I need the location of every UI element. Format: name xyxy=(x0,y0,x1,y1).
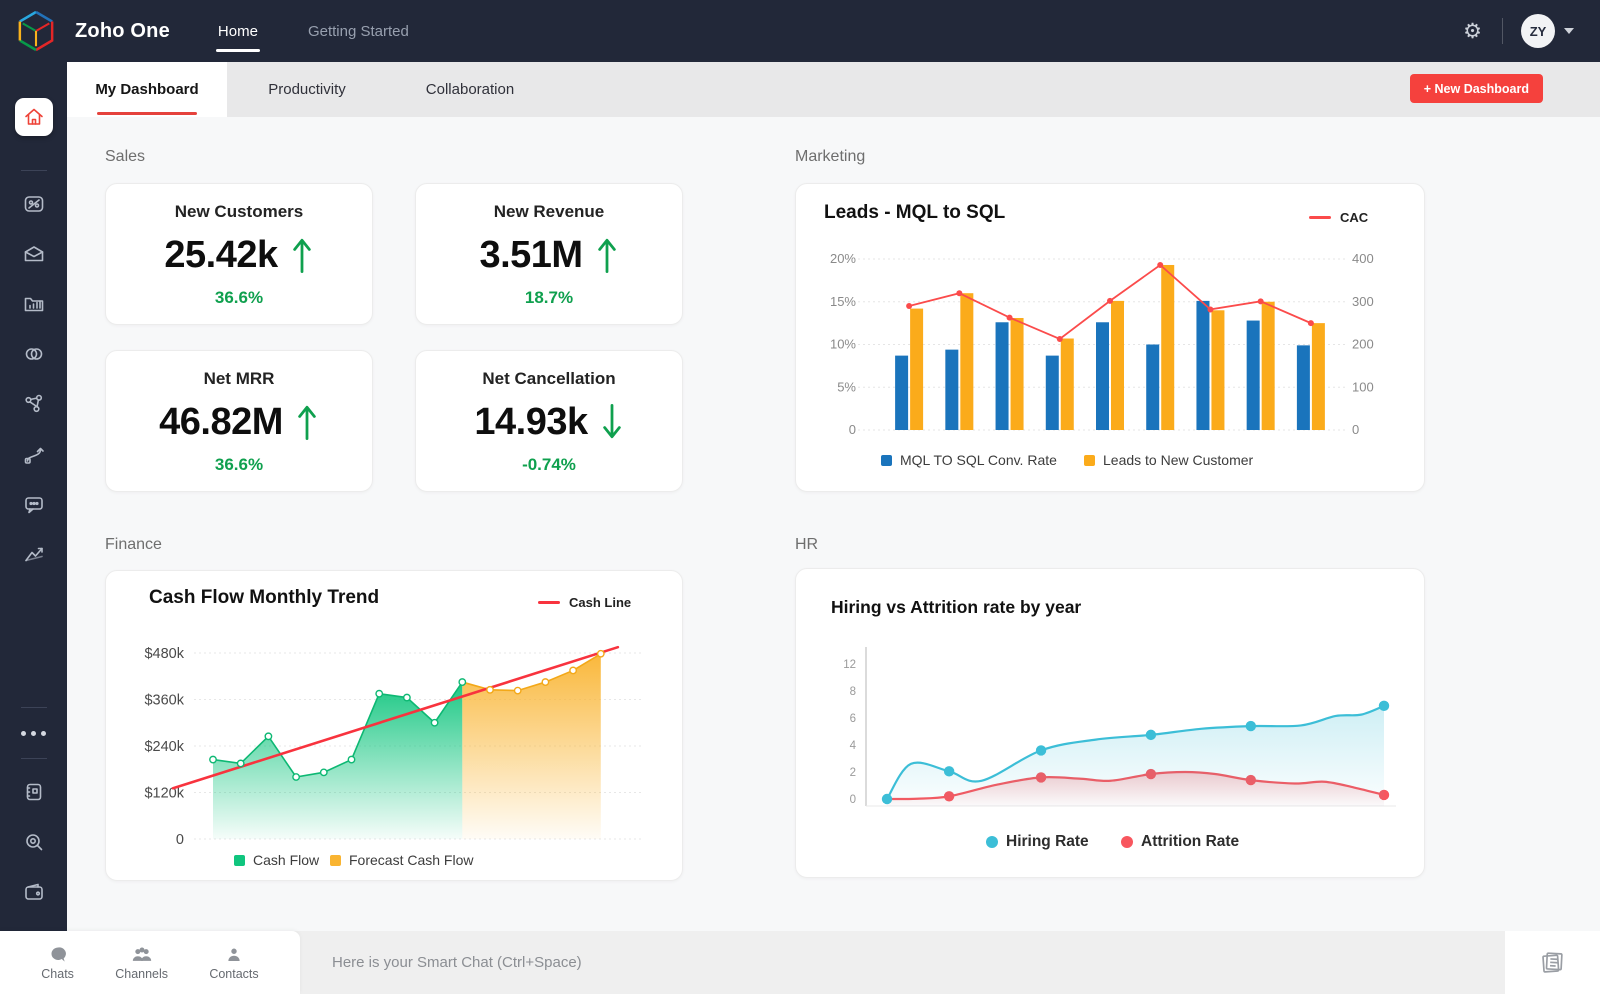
svg-text:5%: 5% xyxy=(837,379,856,394)
svg-text:0: 0 xyxy=(849,422,856,437)
tab-collaboration[interactable]: Collaboration xyxy=(387,62,553,117)
brand-title: Zoho One xyxy=(75,19,170,42)
arrow-down-icon xyxy=(602,404,621,439)
svg-text:$360k: $360k xyxy=(144,693,184,709)
smart-chat-input[interactable]: Here is your Smart Chat (Ctrl+Space) xyxy=(300,931,1505,994)
svg-text:100: 100 xyxy=(1352,379,1374,394)
legend-swatch xyxy=(1121,836,1133,848)
svg-text:10%: 10% xyxy=(830,337,856,352)
svg-text:6: 6 xyxy=(850,713,856,725)
svg-text:$240k: $240k xyxy=(144,739,184,755)
svg-text:15%: 15% xyxy=(830,294,856,309)
settings-gear-icon[interactable]: ⚙ xyxy=(1463,21,1482,42)
arrow-up-icon xyxy=(292,238,311,273)
arrow-up-icon xyxy=(597,238,616,273)
svg-text:300: 300 xyxy=(1352,294,1374,309)
smart-chat-bar: Chats Channels Contacts Here is your Sma… xyxy=(0,931,1600,994)
kpi-card-new-revenue: New Revenue 3.51M 18.7% xyxy=(415,183,683,325)
section-label-sales: Sales xyxy=(105,148,146,165)
svg-text:0: 0 xyxy=(176,832,184,848)
svg-text:20%: 20% xyxy=(830,251,856,266)
zoho-one-dashboard: Zoho One Home Getting Started ⚙ ZY My Da… xyxy=(0,0,1600,994)
hr-chart: 12 8 6 4 2 0 xyxy=(843,647,1396,807)
dashboard-tabs: My Dashboard Productivity Collaboration … xyxy=(67,62,1600,117)
user-avatar[interactable]: ZY xyxy=(1521,14,1555,48)
legend-leads-to-new-customer: Leads to New Customer xyxy=(1084,452,1253,468)
kpi-percent: 36.6% xyxy=(214,288,264,307)
finance-chart-panel: Cash Flow Monthly Trend Cash Line $480k $… xyxy=(105,570,683,881)
kpi-title: New Revenue xyxy=(493,202,605,221)
legend-swatch xyxy=(986,836,998,848)
dashboard-main: Sales Marketing Finance HR New Customers… xyxy=(0,117,1600,931)
finance-chart: $480k $360k $240k $120k 0 xyxy=(144,645,641,848)
documents-icon xyxy=(1542,952,1563,973)
svg-text:200: 200 xyxy=(1352,337,1374,352)
person-icon xyxy=(228,948,240,961)
legend-swatch xyxy=(881,454,892,466)
kpi-title: New Customers xyxy=(174,202,304,221)
kpi-card-new-customers: New Customers 25.42k 36.6% xyxy=(105,183,373,325)
chat-dock: Chats Channels Contacts xyxy=(0,931,300,994)
section-label-finance: Finance xyxy=(105,536,162,553)
nav-home[interactable]: Home xyxy=(215,17,260,52)
chats-button[interactable]: Chats xyxy=(41,945,74,981)
hr-chart-panel: Hiring vs Attrition rate by year 12 8 6 4 2 0… xyxy=(795,568,1425,878)
svg-text:12: 12 xyxy=(843,659,856,671)
svg-text:2: 2 xyxy=(850,767,856,779)
legend-attrition-rate: Attrition Rate xyxy=(1121,833,1239,851)
svg-text:0: 0 xyxy=(850,794,856,806)
svg-text:400: 400 xyxy=(1352,251,1374,266)
section-label-marketing: Marketing xyxy=(795,148,866,165)
people-group-icon xyxy=(132,947,151,961)
arrow-up-icon xyxy=(298,405,316,440)
kpi-value: 14.93k xyxy=(474,400,588,443)
svg-text:8: 8 xyxy=(850,686,856,698)
nav-getting-started[interactable]: Getting Started xyxy=(306,17,411,46)
tab-my-dashboard[interactable]: My Dashboard xyxy=(67,62,227,117)
kpi-percent: 36.6% xyxy=(214,455,264,474)
legend-forecast-cash-flow: Forecast Cash Flow xyxy=(330,852,473,868)
svg-text:4: 4 xyxy=(850,740,857,752)
chat-bubble-icon xyxy=(51,946,66,962)
topbar-divider xyxy=(1502,18,1503,44)
legend-cash-flow: Cash Flow xyxy=(234,852,319,868)
svg-text:$480k: $480k xyxy=(144,646,184,662)
kpi-title: Net Cancellation xyxy=(482,369,616,388)
section-label-hr: HR xyxy=(795,536,819,553)
tab-productivity[interactable]: Productivity xyxy=(227,62,387,117)
kpi-card-net-cancellation: Net Cancellation 14.93k -0.74% xyxy=(415,350,683,492)
zoho-logo-icon[interactable] xyxy=(17,10,55,52)
legend-swatch xyxy=(234,854,245,866)
chevron-down-icon[interactable] xyxy=(1564,28,1574,34)
marketing-chart: 20% 400 15% 300 10% 200 5% 100 0 0 xyxy=(830,251,1374,437)
legend-hiring-rate: Hiring Rate xyxy=(986,833,1089,851)
channels-button[interactable]: Channels xyxy=(115,945,168,981)
new-dashboard-button[interactable]: + New Dashboard xyxy=(1409,74,1543,103)
legend-swatch xyxy=(1084,454,1095,466)
chat-window-button[interactable] xyxy=(1505,931,1600,994)
kpi-percent: 18.7% xyxy=(524,288,574,307)
kpi-value: 46.82M xyxy=(159,400,283,443)
kpi-percent: -0.74% xyxy=(522,455,576,474)
topbar: Zoho One Home Getting Started ⚙ ZY xyxy=(0,0,1600,62)
kpi-title: Net MRR xyxy=(203,369,275,388)
kpi-value: 3.51M xyxy=(479,233,583,276)
kpi-value: 25.42k xyxy=(164,233,278,276)
svg-text:0: 0 xyxy=(1352,422,1359,437)
svg-text:$120k: $120k xyxy=(144,786,184,802)
contacts-button[interactable]: Contacts xyxy=(209,945,259,981)
marketing-chart-panel: Leads - MQL to SQL CAC 20% 400 15% 300 10% 20… xyxy=(795,183,1425,492)
legend-swatch xyxy=(330,854,341,866)
legend-mql-to-sql: MQL TO SQL Conv. Rate xyxy=(881,452,1057,468)
kpi-card-net-mrr: Net MRR 46.82M 36.6% xyxy=(105,350,373,492)
